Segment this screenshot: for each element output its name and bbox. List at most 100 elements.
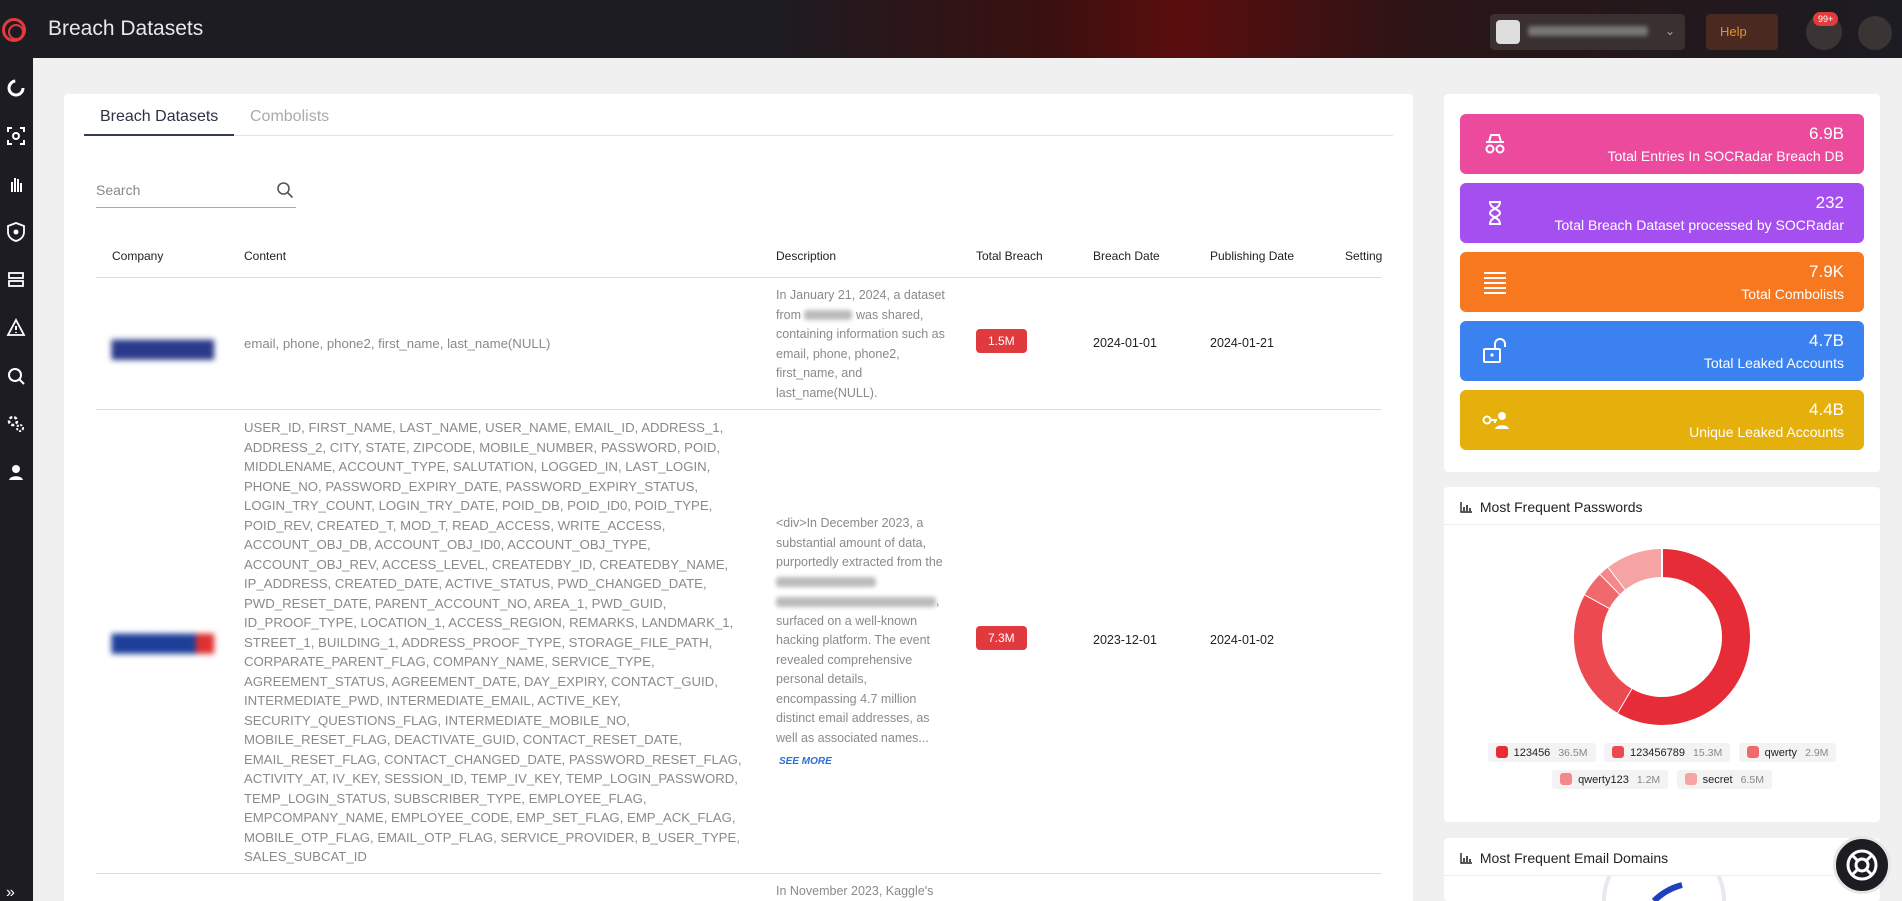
- col-publishing-date[interactable]: Publishing Date: [1210, 249, 1294, 263]
- gears-icon[interactable]: [5, 414, 27, 436]
- legend-item[interactable]: 123456789 15.3M: [1603, 743, 1731, 762]
- tab-combolists[interactable]: Combolists: [250, 108, 329, 126]
- widget-header: Most Frequent Passwords: [1444, 487, 1880, 525]
- legend-value: 6.5M: [1740, 774, 1764, 786]
- col-setting: Setting: [1345, 249, 1383, 263]
- widget-header: Most Frequent Email Domains: [1444, 838, 1880, 876]
- total-breach-value: 1.5M: [976, 329, 1027, 353]
- legend-label: 123456789: [1629, 747, 1686, 759]
- stat-value: 6.9B: [1809, 124, 1844, 143]
- tab-bar: Breach Datasets Combolists: [84, 94, 1393, 136]
- donut-slice-123456[interactable]: [1617, 549, 1750, 725]
- page-title: Breach Datasets: [48, 17, 204, 40]
- legend-item[interactable]: qwerty123 1.2M: [1552, 770, 1669, 789]
- stat-value: 7.9K: [1809, 262, 1844, 281]
- legend-value: 36.5M: [1558, 747, 1588, 759]
- donut-slice-qwerty123[interactable]: [1600, 567, 1626, 595]
- publishing-date: 2024-01-02: [1210, 633, 1274, 647]
- total-breach-value: 7.3M: [976, 626, 1027, 650]
- shield-eye-icon[interactable]: [5, 222, 27, 244]
- search-analysis-icon[interactable]: [5, 366, 27, 388]
- legend-swatch: [1495, 746, 1508, 758]
- bar-chart-icon: [1460, 853, 1472, 864]
- breach-date: 2024-01-01: [1093, 336, 1157, 350]
- description-start: <div>In December 2023, a substantial amo…: [776, 516, 943, 569]
- stat-value: 232: [1815, 193, 1844, 212]
- hacker-icon[interactable]: [5, 462, 27, 484]
- donut-slice-123456789[interactable]: [1574, 594, 1632, 713]
- search-icon[interactable]: [276, 181, 294, 199]
- table-row[interactable]: ▆▆▆▆▆▆ email, phone, phone2, first_name,…: [96, 278, 1381, 410]
- stat-label: Unique Leaked Accounts: [1689, 424, 1844, 440]
- table-row[interactable]: ▆▆▆▆▆▆ USER_ID, FIRST_NAME, LAST_NAME, U…: [96, 410, 1381, 874]
- tab-breach-datasets[interactable]: Breach Datasets: [84, 108, 234, 136]
- passwords-donut-chart: [1574, 549, 1750, 725]
- stats-panel: 6.9B Total Entries In SOCRadar Breach DB…: [1444, 94, 1880, 472]
- widget-title: Most Frequent Email Domains: [1479, 850, 1669, 866]
- dashboard-icon[interactable]: [5, 78, 27, 100]
- search-input[interactable]: [96, 174, 256, 206]
- socradar-logo[interactable]: [2, 18, 26, 42]
- redacted-company: [804, 310, 853, 321]
- publishing-date: 2024-01-21: [1210, 336, 1274, 350]
- hand-icon[interactable]: [5, 174, 27, 196]
- company-name-blurred: [1528, 26, 1648, 36]
- passwords-legend: 123456 36.5M 123456789 15.3M qwerty 2.9M qw…: [1444, 743, 1880, 797]
- description-end: , surfaced on a well-known hacking platf…: [776, 594, 940, 745]
- breach-table: Company Content Description Total Breach…: [96, 234, 1383, 901]
- stat-label: Total Entries In SOCRadar Breach DB: [1607, 148, 1844, 164]
- description-cell: <div>In December 2023, a substantial amo…: [776, 514, 946, 772]
- total-breach-badge: 1.5M: [976, 329, 1027, 353]
- most-frequent-email-domains-widget: Most Frequent Email Domains: [1444, 838, 1880, 901]
- donut-slice-secret[interactable]: [1608, 549, 1663, 590]
- search-box: [96, 174, 296, 208]
- redacted-company: [776, 577, 876, 588]
- help-button[interactable]: Help: [1706, 14, 1778, 50]
- col-total-breach[interactable]: Total Breach: [976, 249, 1043, 263]
- top-bar: Breach Datasets ⌄ Help 99+: [0, 0, 1902, 58]
- donut-slice-qwerty[interactable]: [1584, 574, 1621, 609]
- col-description: Description: [776, 249, 837, 263]
- legend-item[interactable]: secret 6.5M: [1676, 770, 1772, 789]
- widget-title: Most Frequent Passwords: [1479, 499, 1643, 515]
- key-user-icon: [1482, 412, 1509, 429]
- hourglass-icon: [1488, 201, 1502, 225]
- help-label: Help: [1720, 24, 1747, 39]
- description-cell: In November 2023, Kaggle's: [776, 884, 934, 898]
- legend-item[interactable]: 123456 36.5M: [1487, 743, 1596, 762]
- stat-card-leaked-accounts: 4.7B Total Leaked Accounts: [1460, 321, 1864, 381]
- legend-swatch: [1746, 746, 1759, 758]
- stat-label: Total Combolists: [1741, 286, 1844, 302]
- legend-label: qwerty123: [1578, 774, 1629, 786]
- most-frequent-passwords-widget: Most Frequent Passwords 123456 36.5M 1234…: [1444, 487, 1880, 822]
- col-breach-date[interactable]: Breach Date: [1093, 249, 1160, 263]
- legend-swatch: [1560, 773, 1573, 785]
- expand-sidebar-icon[interactable]: »: [6, 884, 15, 901]
- stat-card-total-entries: 6.9B Total Entries In SOCRadar Breach DB: [1460, 114, 1864, 174]
- description-end: was shared, containing information such …: [776, 307, 945, 400]
- legend-swatch: [1611, 746, 1624, 758]
- support-button[interactable]: [1833, 836, 1891, 894]
- stat-card-unique-leaked: 4.4B Unique Leaked Accounts: [1460, 390, 1864, 450]
- company-logo: ▆▆▆▆▆▆: [112, 334, 214, 359]
- legend-item[interactable]: qwerty 2.9M: [1738, 743, 1837, 762]
- breach-date: 2023-12-01: [1093, 633, 1157, 647]
- notification-badge: 99+: [1813, 12, 1839, 26]
- stat-label: Total Breach Dataset processed by SOCRad…: [1554, 217, 1844, 233]
- bar-chart-icon: [1460, 502, 1472, 513]
- content-cell: email, phone, phone2, first_name, last_n…: [244, 336, 551, 351]
- threat-alert-icon[interactable]: [5, 318, 27, 340]
- table-row[interactable]: In November 2023, Kaggle's: [96, 874, 1381, 901]
- legend-swatch: [1684, 773, 1697, 785]
- col-company: Company: [112, 249, 164, 263]
- user-avatar[interactable]: [1858, 16, 1892, 50]
- see-more-link[interactable]: SEE MORE: [779, 752, 946, 772]
- company-logo: ▆▆▆▆▆▆: [112, 628, 214, 653]
- company-selector[interactable]: ⌄: [1490, 14, 1685, 50]
- list-icon: [1484, 272, 1506, 294]
- breach-datasets-panel: Breach Datasets Combolists Company Conte…: [64, 94, 1413, 901]
- attack-surface-icon[interactable]: [5, 126, 27, 148]
- datacenter-icon[interactable]: [5, 270, 27, 292]
- unlock-icon: [1483, 338, 1506, 363]
- domains-donut-chart-partial: [1602, 876, 1726, 901]
